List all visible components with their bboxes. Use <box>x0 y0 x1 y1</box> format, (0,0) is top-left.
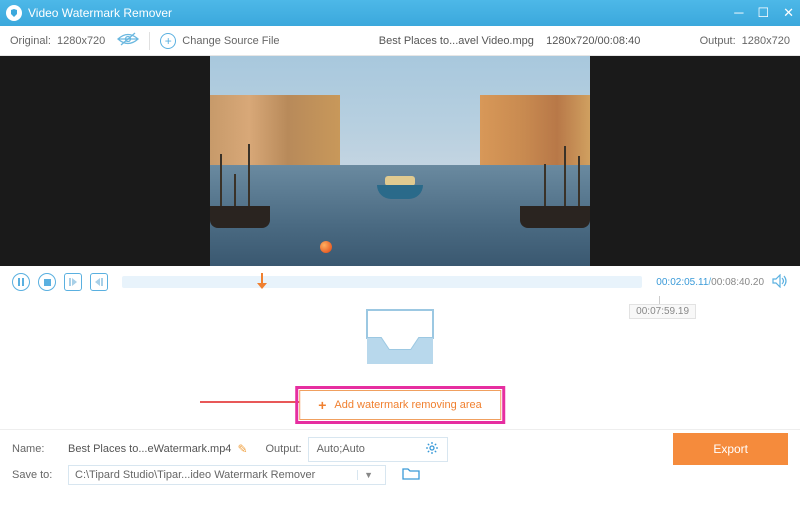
playhead-handle[interactable] <box>257 273 267 289</box>
change-source-button[interactable]: + Change Source File <box>160 33 279 49</box>
video-frame[interactable] <box>210 56 590 266</box>
time-marker: 00:07:59.19 <box>629 304 696 319</box>
plus-icon: + <box>318 397 326 413</box>
output-format-select[interactable]: Auto;Auto <box>308 437 448 462</box>
timeline-slider[interactable] <box>122 276 642 288</box>
original-resolution: Original: 1280x720 <box>10 35 105 47</box>
watermark-drop-area: 00:07:59.19 + Add watermark removing are… <box>0 294 800 430</box>
pause-button[interactable] <box>12 273 30 291</box>
toolbar: Original: 1280x720 + Change Source File … <box>0 26 800 56</box>
set-start-button[interactable] <box>64 273 82 291</box>
app-title: Video Watermark Remover <box>28 6 734 20</box>
app-logo <box>6 5 22 21</box>
close-button[interactable]: ✕ <box>783 5 794 21</box>
set-end-button[interactable] <box>90 273 108 291</box>
maximize-button[interactable]: ☐ <box>757 5 769 21</box>
titlebar: Video Watermark Remover ─ ☐ ✕ <box>0 0 800 26</box>
edit-name-icon[interactable]: ✎ <box>237 442 247 456</box>
preview-toggle-icon[interactable] <box>117 32 139 49</box>
saveto-path-input[interactable]: C:\Tipard Studio\Tipar...ideo Watermark … <box>68 465 386 485</box>
minimize-button[interactable]: ─ <box>734 5 743 21</box>
open-folder-icon[interactable] <box>402 467 420 484</box>
file-info: Best Places to...avel Video.mpg 1280x720… <box>320 35 700 47</box>
output-resolution: Output: 1280x720 <box>700 35 790 47</box>
gear-icon[interactable] <box>425 441 439 458</box>
plus-circle-icon: + <box>160 33 176 49</box>
add-watermark-area-button[interactable]: + Add watermark removing area <box>299 390 501 420</box>
export-button[interactable]: Export <box>673 433 788 465</box>
footer: Name: Best Places to...eWatermark.mp4 ✎ … <box>0 430 800 488</box>
callout-highlight: + Add watermark removing area <box>295 386 505 424</box>
video-preview-area <box>0 56 800 266</box>
output-name: Best Places to...eWatermark.mp4 <box>68 443 231 455</box>
stop-button[interactable] <box>38 273 56 291</box>
time-display: 00:02:05.11/00:08:40.20 <box>656 277 764 288</box>
saveto-label: Save to: <box>12 469 62 481</box>
volume-icon[interactable] <box>772 274 788 291</box>
output-format-label: Output: <box>266 443 302 455</box>
name-label: Name: <box>12 443 62 455</box>
chevron-down-icon[interactable]: ▼ <box>357 470 379 480</box>
tray-icon <box>361 308 439 368</box>
transport-bar: 00:02:05.11/00:08:40.20 <box>0 266 800 294</box>
